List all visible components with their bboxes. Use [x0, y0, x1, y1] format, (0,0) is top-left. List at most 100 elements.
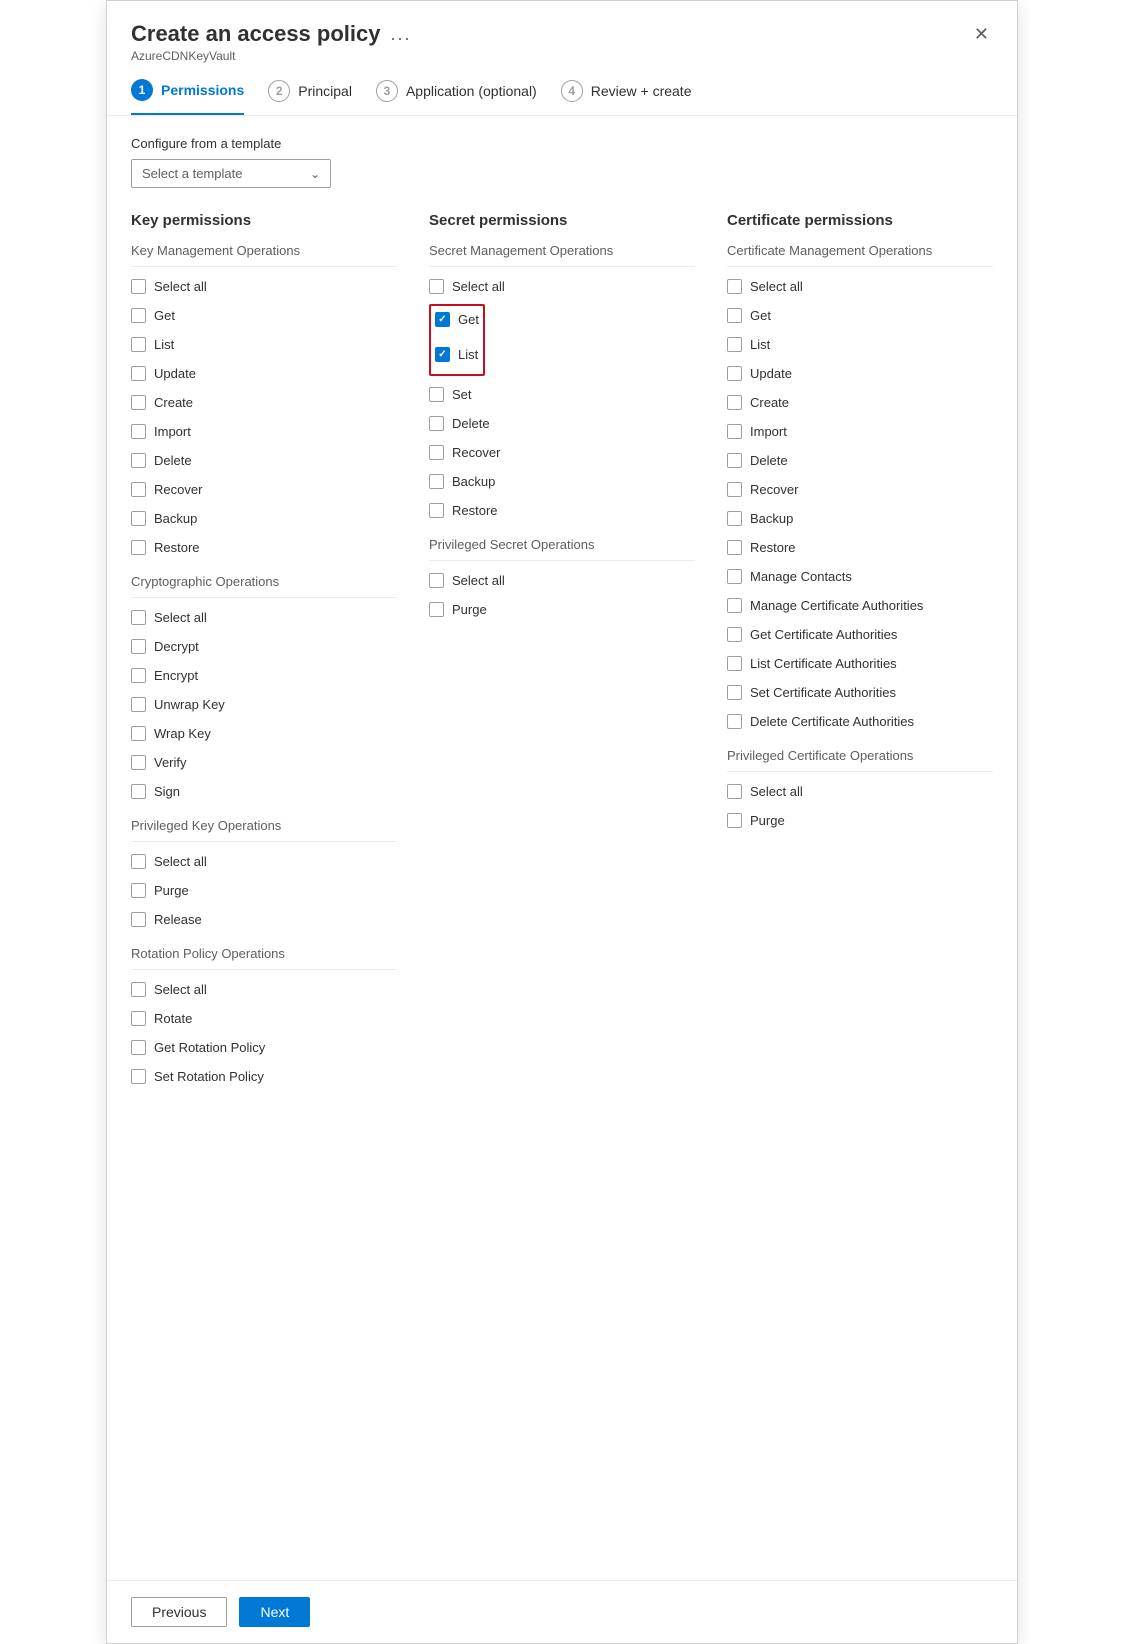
checkbox-sm-get[interactable]: [435, 312, 450, 327]
checkbox-cr-unwrap[interactable]: [131, 697, 146, 712]
checkbox-label-pk-selectall[interactable]: Select all: [154, 854, 207, 869]
template-select[interactable]: Select a template ⌄: [131, 159, 331, 188]
checkbox-label-km-backup[interactable]: Backup: [154, 511, 197, 526]
checkbox-label-cm-list[interactable]: List: [750, 337, 770, 352]
checkbox-label-km-selectall[interactable]: Select all: [154, 279, 207, 294]
checkbox-cr-encrypt[interactable]: [131, 668, 146, 683]
checkbox-cm-contacts[interactable]: [727, 569, 742, 584]
checkbox-cp-selectall[interactable]: [727, 784, 742, 799]
checkbox-cr-sign[interactable]: [131, 784, 146, 799]
next-button[interactable]: Next: [239, 1597, 310, 1627]
checkbox-label-cm-update[interactable]: Update: [750, 366, 792, 381]
checkbox-cm-deleteCA[interactable]: [727, 714, 742, 729]
checkbox-label-km-restore[interactable]: Restore: [154, 540, 200, 555]
checkbox-cm-manageCA[interactable]: [727, 598, 742, 613]
checkbox-rp-get[interactable]: [131, 1040, 146, 1055]
checkbox-sp-selectall[interactable]: [429, 573, 444, 588]
checkbox-sm-backup[interactable]: [429, 474, 444, 489]
checkbox-label-sm-selectall[interactable]: Select all: [452, 279, 505, 294]
checkbox-label-cr-encrypt[interactable]: Encrypt: [154, 668, 198, 683]
checkbox-km-restore[interactable]: [131, 540, 146, 555]
checkbox-label-cm-recover[interactable]: Recover: [750, 482, 798, 497]
checkbox-label-cr-unwrap[interactable]: Unwrap Key: [154, 697, 225, 712]
checkbox-label-pk-purge[interactable]: Purge: [154, 883, 189, 898]
checkbox-label-cm-import[interactable]: Import: [750, 424, 787, 439]
checkbox-cm-recover[interactable]: [727, 482, 742, 497]
checkbox-label-km-get[interactable]: Get: [154, 308, 175, 323]
checkbox-label-km-update[interactable]: Update: [154, 366, 196, 381]
checkbox-label-rp-rotate[interactable]: Rotate: [154, 1011, 192, 1026]
checkbox-sm-delete[interactable]: [429, 416, 444, 431]
checkbox-cr-wrap[interactable]: [131, 726, 146, 741]
checkbox-label-cm-listCA[interactable]: List Certificate Authorities: [750, 656, 897, 671]
checkbox-label-cp-purge[interactable]: Purge: [750, 813, 785, 828]
checkbox-cm-listCA[interactable]: [727, 656, 742, 671]
checkbox-sm-set[interactable]: [429, 387, 444, 402]
step-principal[interactable]: 2 Principal: [268, 80, 352, 114]
checkbox-cm-update[interactable]: [727, 366, 742, 381]
checkbox-label-sm-backup[interactable]: Backup: [452, 474, 495, 489]
checkbox-km-import[interactable]: [131, 424, 146, 439]
checkbox-cm-get[interactable]: [727, 308, 742, 323]
checkbox-label-km-delete[interactable]: Delete: [154, 453, 192, 468]
checkbox-label-sm-delete[interactable]: Delete: [452, 416, 490, 431]
checkbox-label-cm-create[interactable]: Create: [750, 395, 789, 410]
checkbox-label-cm-contacts[interactable]: Manage Contacts: [750, 569, 852, 584]
more-options-icon[interactable]: ...: [390, 24, 411, 45]
checkbox-label-cr-selectall[interactable]: Select all: [154, 610, 207, 625]
checkbox-label-rp-get[interactable]: Get Rotation Policy: [154, 1040, 265, 1055]
checkbox-rp-set[interactable]: [131, 1069, 146, 1084]
checkbox-label-cm-selectall[interactable]: Select all: [750, 279, 803, 294]
checkbox-km-update[interactable]: [131, 366, 146, 381]
checkbox-sm-restore[interactable]: [429, 503, 444, 518]
checkbox-label-sp-selectall[interactable]: Select all: [452, 573, 505, 588]
checkbox-sp-purge[interactable]: [429, 602, 444, 617]
checkbox-label-rp-set[interactable]: Set Rotation Policy: [154, 1069, 264, 1084]
checkbox-rp-rotate[interactable]: [131, 1011, 146, 1026]
checkbox-label-cp-selectall[interactable]: Select all: [750, 784, 803, 799]
checkbox-cr-decrypt[interactable]: [131, 639, 146, 654]
checkbox-cm-import[interactable]: [727, 424, 742, 439]
checkbox-label-cr-wrap[interactable]: Wrap Key: [154, 726, 211, 741]
checkbox-label-cm-backup[interactable]: Backup: [750, 511, 793, 526]
checkbox-cm-create[interactable]: [727, 395, 742, 410]
checkbox-sm-recover[interactable]: [429, 445, 444, 460]
checkbox-label-cr-decrypt[interactable]: Decrypt: [154, 639, 199, 654]
checkbox-km-selectall[interactable]: [131, 279, 146, 294]
checkbox-km-recover[interactable]: [131, 482, 146, 497]
checkbox-km-get[interactable]: [131, 308, 146, 323]
checkbox-pk-release[interactable]: [131, 912, 146, 927]
checkbox-cr-selectall[interactable]: [131, 610, 146, 625]
checkbox-cp-purge[interactable]: [727, 813, 742, 828]
checkbox-label-cr-verify[interactable]: Verify: [154, 755, 187, 770]
checkbox-label-cm-deleteCA[interactable]: Delete Certificate Authorities: [750, 714, 914, 729]
checkbox-cm-delete[interactable]: [727, 453, 742, 468]
checkbox-km-list[interactable]: [131, 337, 146, 352]
checkbox-label-cm-get[interactable]: Get: [750, 308, 771, 323]
checkbox-label-sm-recover[interactable]: Recover: [452, 445, 500, 460]
checkbox-km-create[interactable]: [131, 395, 146, 410]
checkbox-label-cm-delete[interactable]: Delete: [750, 453, 788, 468]
step-review[interactable]: 4 Review + create: [561, 80, 692, 114]
checkbox-label-sm-set[interactable]: Set: [452, 387, 472, 402]
checkbox-sm-list[interactable]: [435, 347, 450, 362]
checkbox-pk-selectall[interactable]: [131, 854, 146, 869]
checkbox-label-cm-getCA[interactable]: Get Certificate Authorities: [750, 627, 897, 642]
checkbox-rp-selectall[interactable]: [131, 982, 146, 997]
checkbox-label-pk-release[interactable]: Release: [154, 912, 202, 927]
checkbox-cm-setCA[interactable]: [727, 685, 742, 700]
checkbox-label-sp-purge[interactable]: Purge: [452, 602, 487, 617]
checkbox-label-cr-sign[interactable]: Sign: [154, 784, 180, 799]
checkbox-label-sm-restore[interactable]: Restore: [452, 503, 498, 518]
checkbox-label-cm-setCA[interactable]: Set Certificate Authorities: [750, 685, 896, 700]
step-permissions[interactable]: 1 Permissions: [131, 79, 244, 115]
checkbox-sm-selectall[interactable]: [429, 279, 444, 294]
checkbox-cr-verify[interactable]: [131, 755, 146, 770]
checkbox-label-km-create[interactable]: Create: [154, 395, 193, 410]
checkbox-pk-purge[interactable]: [131, 883, 146, 898]
checkbox-cm-selectall[interactable]: [727, 279, 742, 294]
checkbox-km-backup[interactable]: [131, 511, 146, 526]
checkbox-label-cm-restore[interactable]: Restore: [750, 540, 796, 555]
checkbox-label-km-import[interactable]: Import: [154, 424, 191, 439]
checkbox-label-rp-selectall[interactable]: Select all: [154, 982, 207, 997]
